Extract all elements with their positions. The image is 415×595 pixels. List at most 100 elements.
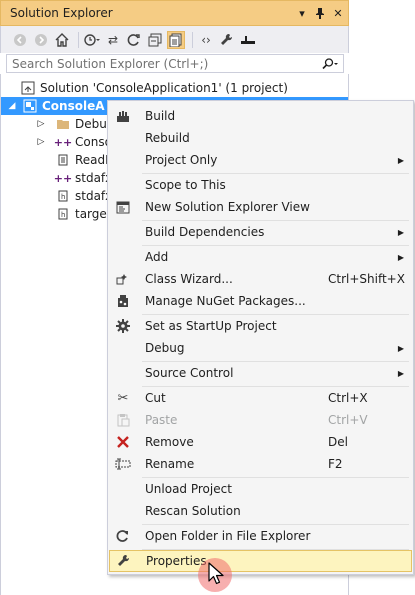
history-icon[interactable] xyxy=(83,31,101,49)
menu-item-label: Properties xyxy=(146,554,207,568)
menu-item-rebuild[interactable]: Rebuild xyxy=(109,127,412,149)
solution-icon xyxy=(20,81,36,95)
solution-explorer-titlebar: Solution Explorer ▾ ✕ xyxy=(0,0,349,26)
show-all-files-icon[interactable] xyxy=(167,30,185,49)
menu-item-remove[interactable]: Remove Del xyxy=(109,431,412,453)
open-folder-icon xyxy=(109,525,137,547)
window-title: Solution Explorer xyxy=(10,6,113,20)
home-icon[interactable] xyxy=(53,31,71,49)
menu-item-label: Remove xyxy=(145,435,194,449)
folder-icon xyxy=(55,117,71,131)
new-view-icon xyxy=(109,196,137,218)
header-file-icon: h xyxy=(55,189,71,203)
menu-item-label: Rename xyxy=(145,457,195,471)
submenu-arrow-icon: ▶ xyxy=(397,368,404,378)
close-icon[interactable]: ✕ xyxy=(330,5,346,21)
text-file-icon xyxy=(55,153,71,167)
menu-item-class-wizard[interactable]: Class Wizard... Ctrl+Shift+X xyxy=(109,268,412,290)
menu-item-label: Manage NuGet Packages... xyxy=(145,294,306,308)
tree-item-solution[interactable]: Solution 'ConsoleApplication1' (1 projec… xyxy=(1,79,348,97)
toolbar: ⇄ ‹› xyxy=(0,26,349,53)
header-file-icon: h xyxy=(55,207,71,221)
expand-arrow-icon[interactable]: ◢ xyxy=(6,101,18,111)
search-icon[interactable] xyxy=(317,57,343,70)
submenu-arrow-icon: ▶ xyxy=(397,155,404,165)
search-placeholder: Search Solution Explorer (Ctrl+;) xyxy=(12,56,209,71)
menu-item-label: Set as StartUp Project xyxy=(145,319,277,333)
submenu-arrow-icon: ▶ xyxy=(397,343,404,353)
view-code-icon[interactable]: ‹› xyxy=(197,31,215,49)
tree-item-label: Solution 'ConsoleApplication1' (1 projec… xyxy=(40,81,288,95)
submenu-arrow-icon: ▶ xyxy=(397,227,404,237)
menu-item-label: New Solution Explorer View xyxy=(145,200,310,214)
search-input[interactable]: Search Solution Explorer (Ctrl+;) xyxy=(6,54,344,73)
gear-icon xyxy=(109,315,137,337)
menu-item-label: Unload Project xyxy=(145,482,232,496)
chevron-down-icon[interactable]: ▾ xyxy=(294,5,310,21)
pin-icon[interactable] xyxy=(312,5,328,21)
menu-item-label: Rescan Solution xyxy=(145,504,241,518)
collapse-all-icon[interactable] xyxy=(146,31,164,49)
submenu-arrow-icon: ▶ xyxy=(397,252,404,262)
menu-item-paste[interactable]: Paste Ctrl+V xyxy=(109,409,412,431)
menu-item-label: Class Wizard... xyxy=(145,272,233,286)
menu-item-label: Debug xyxy=(145,341,185,355)
properties-icon[interactable] xyxy=(218,31,236,49)
menu-item-rescan-solution[interactable]: Rescan Solution xyxy=(109,500,412,522)
back-icon[interactable] xyxy=(11,31,29,49)
menu-item-label: Cut xyxy=(145,391,166,405)
svg-text:h: h xyxy=(61,211,65,219)
preview-icon[interactable] xyxy=(239,31,257,49)
menu-item-label: Build Dependencies xyxy=(145,225,265,239)
sync-icon[interactable]: ⇄ xyxy=(104,31,122,49)
menu-item-label: Project Only xyxy=(145,153,218,167)
menu-item-cut[interactable]: ✂ Cut Ctrl+X xyxy=(109,387,412,409)
rename-icon xyxy=(109,453,137,475)
tree-item-label: ConsoleA xyxy=(42,99,105,113)
menu-item-shortcut: Del xyxy=(328,435,348,449)
menu-item-debug[interactable]: Debug ▶ xyxy=(109,337,412,359)
toolbar-separator xyxy=(78,31,79,48)
menu-item-label: Open Folder in File Explorer xyxy=(145,529,311,543)
menu-item-label: Source Control xyxy=(145,366,234,380)
build-icon xyxy=(109,105,137,127)
menu-item-build-dependencies[interactable]: Build Dependencies ▶ xyxy=(109,221,412,243)
context-menu: Build Rebuild Project Only ▶ Scope to Th… xyxy=(107,100,414,575)
project-icon xyxy=(22,99,38,113)
cpp-file-icon: ++ xyxy=(53,135,73,149)
remove-icon xyxy=(109,431,137,453)
paste-icon xyxy=(109,409,137,431)
forward-icon[interactable] xyxy=(32,31,50,49)
menu-item-shortcut: F2 xyxy=(328,457,343,471)
menu-item-source-control[interactable]: Source Control ▶ xyxy=(109,362,412,384)
menu-item-properties[interactable]: Properties xyxy=(109,550,412,572)
menu-item-manage-nuget[interactable]: Manage NuGet Packages... xyxy=(109,290,412,312)
menu-item-scope-to-this[interactable]: Scope to This xyxy=(109,174,412,196)
menu-item-open-folder[interactable]: Open Folder in File Explorer xyxy=(109,525,412,547)
wrench-icon xyxy=(110,550,138,572)
menu-item-add[interactable]: Add ▶ xyxy=(109,246,412,268)
menu-item-shortcut: Ctrl+X xyxy=(328,391,368,405)
menu-item-shortcut: Ctrl+V xyxy=(328,413,368,427)
toolbar-separator xyxy=(192,31,193,48)
menu-item-label: Scope to This xyxy=(145,178,226,192)
nuget-icon xyxy=(109,290,137,312)
menu-item-new-view[interactable]: New Solution Explorer View xyxy=(109,196,412,218)
cpp-file-icon: ++ xyxy=(53,171,73,185)
scissors-icon: ✂ xyxy=(117,390,129,406)
menu-item-label: Add xyxy=(145,250,169,264)
mouse-cursor-icon xyxy=(208,562,224,585)
menu-item-shortcut: Ctrl+Shift+X xyxy=(328,272,405,286)
refresh-icon[interactable] xyxy=(125,31,143,49)
svg-text:h: h xyxy=(61,193,65,201)
menu-item-unload-project[interactable]: Unload Project xyxy=(109,478,412,500)
menu-item-label: Build xyxy=(145,109,176,123)
menu-item-rename[interactable]: Rename F2 xyxy=(109,453,412,475)
expand-arrow-icon[interactable]: ▷ xyxy=(35,137,47,147)
menu-item-build[interactable]: Build xyxy=(109,105,412,127)
menu-item-set-startup[interactable]: Set as StartUp Project xyxy=(109,315,412,337)
expand-arrow-icon[interactable]: ▷ xyxy=(35,119,47,129)
menu-item-label: Rebuild xyxy=(145,131,190,145)
class-wizard-icon xyxy=(109,268,137,290)
menu-item-project-only[interactable]: Project Only ▶ xyxy=(109,149,412,171)
